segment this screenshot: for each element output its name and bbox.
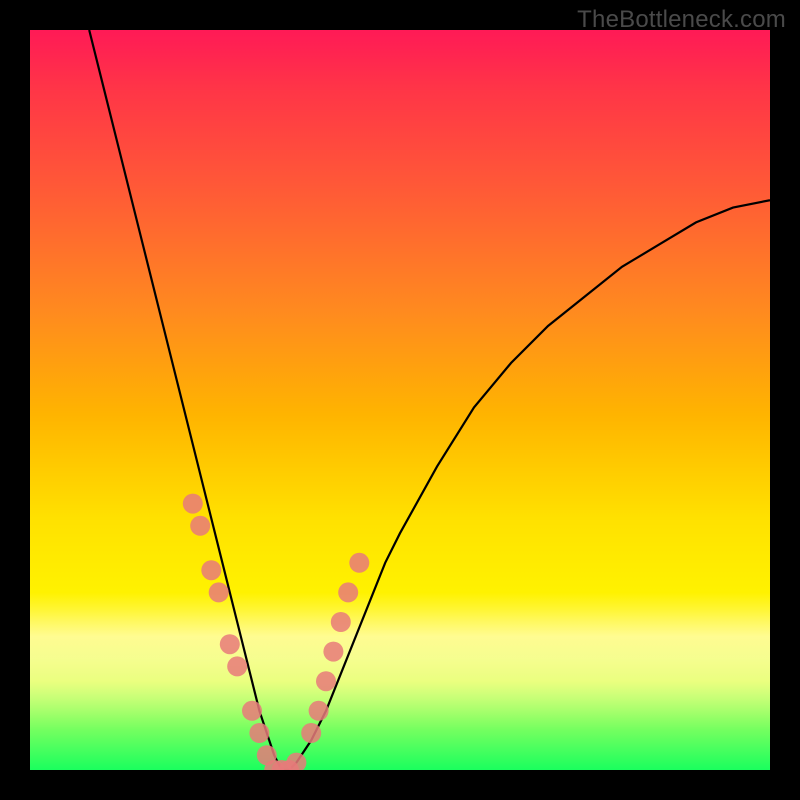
- highlight-dot: [220, 634, 240, 654]
- highlight-dot: [309, 701, 329, 721]
- highlight-dot: [301, 723, 321, 743]
- watermark-text: TheBottleneck.com: [577, 6, 786, 34]
- bottleneck-curve-line: [89, 30, 770, 770]
- highlight-dot: [338, 582, 358, 602]
- highlight-dot: [323, 642, 343, 662]
- highlight-dot: [183, 494, 203, 514]
- highlight-dot: [227, 656, 247, 676]
- highlight-dot: [331, 612, 351, 632]
- highlight-dot: [249, 723, 269, 743]
- highlight-dot: [349, 553, 369, 573]
- highlight-dot: [190, 516, 210, 536]
- highlight-dot: [316, 671, 336, 691]
- chart-frame: TheBottleneck.com: [0, 0, 800, 800]
- highlight-dot: [201, 560, 221, 580]
- highlight-dot: [242, 701, 262, 721]
- chart-svg: [30, 30, 770, 770]
- highlight-dot: [209, 582, 229, 602]
- plot-area: [30, 30, 770, 770]
- highlight-dots-group: [183, 494, 369, 770]
- highlight-dot: [286, 753, 306, 770]
